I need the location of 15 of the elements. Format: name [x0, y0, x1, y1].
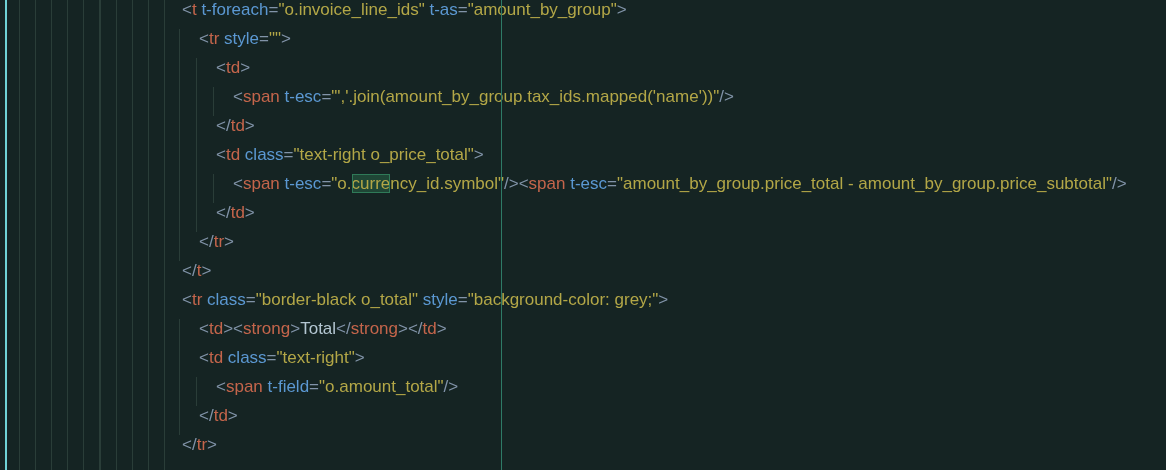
code-line: <td class="text-right o_price_total"> — [216, 145, 484, 166]
code-line: </tr> — [199, 232, 234, 253]
code-line: </td> — [199, 406, 238, 427]
code-line: <td class="text-right"> — [199, 348, 365, 369]
code-line: </tr> — [182, 435, 217, 456]
code-line: <tr style=""> — [199, 29, 291, 50]
code-line: <td> — [216, 58, 251, 79]
code-line: <td><strong>Total</strong></td> — [199, 319, 447, 340]
code-line: </td> — [216, 116, 255, 137]
code-line: <span t-field="o.amount_total"/> — [216, 377, 459, 398]
code-line: </td> — [216, 203, 255, 224]
code-line: <tr class="border-black o_total" style="background-color: grey;"> — [182, 290, 669, 311]
code-line: </t> — [182, 261, 212, 282]
code-line: <t t-foreach="o.invoice_line_ids" t-as="amount_by_group"> — [182, 0, 627, 21]
code-line: <span t-esc="','.join(amount_by_group.tax_ids.mapped('name'))"/> — [233, 87, 734, 108]
